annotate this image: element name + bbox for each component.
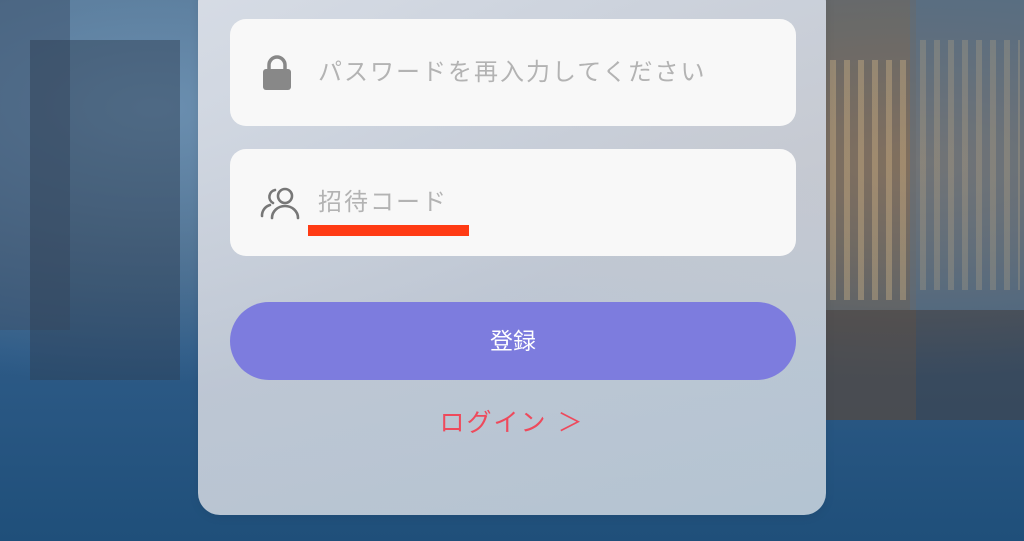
invite-code-field[interactable]: 招待コード	[230, 149, 796, 256]
login-link[interactable]: ログイン ＞	[0, 403, 1024, 439]
lock-icon	[260, 55, 294, 91]
highlight-underline-mark	[308, 225, 469, 236]
users-icon	[260, 185, 300, 221]
invite-code-placeholder: 招待コード	[318, 188, 448, 216]
register-button[interactable]: 登録	[230, 302, 796, 380]
password-confirm-field[interactable]: パスワードを再入力してください	[230, 19, 796, 126]
password-confirm-placeholder: パスワードを再入力してください	[318, 58, 707, 86]
